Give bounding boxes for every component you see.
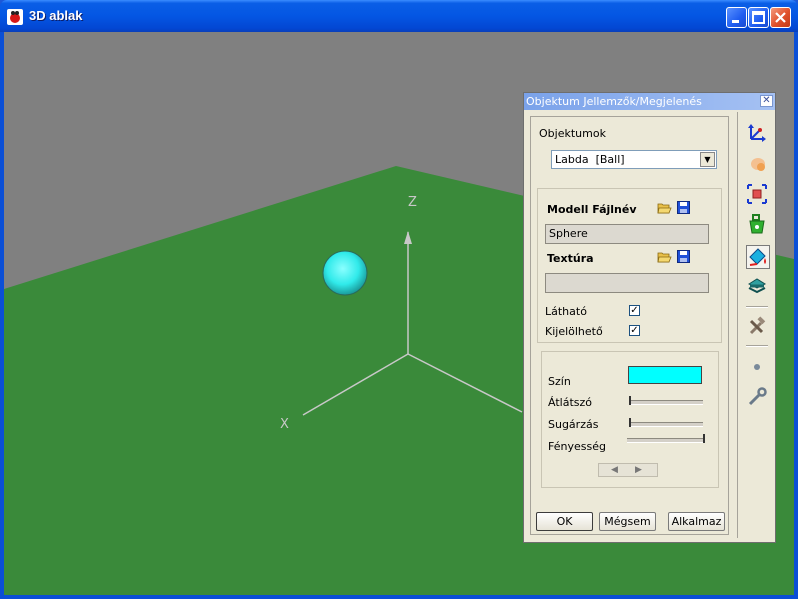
app-icon (7, 9, 23, 25)
object-select[interactable]: Labda [Ball] ▼ (551, 150, 717, 169)
minimize-button[interactable] (726, 7, 747, 28)
transparency-slider[interactable] (629, 400, 703, 405)
axes-icon[interactable] (747, 122, 767, 142)
object-select-value: Labda [Ball] (555, 153, 625, 166)
side-toolbar (737, 112, 774, 538)
dot-icon[interactable] (747, 357, 767, 377)
close-button[interactable] (770, 7, 791, 28)
dialog-title: Objektum Jellemzők/Megjelenés (526, 95, 702, 108)
title-bar[interactable]: 3D ablak (0, 0, 798, 32)
model-filename-field[interactable]: Sphere (545, 224, 709, 244)
brush-icon[interactable] (747, 154, 767, 174)
maximize-icon (752, 11, 765, 24)
apply-button[interactable]: Alkalmaz (668, 512, 725, 531)
save-icon[interactable] (677, 250, 690, 266)
chevron-down-icon[interactable]: ▼ (700, 152, 715, 167)
brightness-slider[interactable] (627, 438, 705, 443)
tools-icon[interactable] (747, 316, 767, 336)
properties-panel: Objektumok Labda [Ball] ▼ Modell Fájlnév… (530, 116, 729, 535)
model-filename-value: Sphere (549, 227, 588, 240)
texture-label: Textúra (547, 252, 594, 265)
texture-field[interactable] (545, 273, 709, 293)
open-folder-icon[interactable] (657, 250, 672, 267)
appearance-group: Szín Átlátszó Sugárzás Fényesség ◀ ▶ (541, 351, 719, 488)
radiance-slider[interactable] (629, 422, 703, 427)
brightness-slider-thumb[interactable] (703, 434, 705, 443)
scroll-right-icon[interactable]: ▶ (635, 465, 642, 475)
visible-checkbox[interactable]: ✓ (629, 305, 640, 316)
transparency-label: Átlátszó (548, 396, 592, 409)
wrench-icon[interactable] (747, 387, 767, 407)
z-axis-label: Z (408, 195, 417, 210)
layers-icon[interactable] (747, 276, 767, 296)
objects-label: Objektumok (539, 127, 606, 140)
properties-dialog: Objektum Jellemzők/Megjelenés ✕ Objektum… (523, 92, 776, 543)
scroll-left-icon[interactable]: ◀ (611, 465, 618, 475)
cancel-button[interactable]: Mégsem (599, 512, 656, 531)
selectable-label: Kijelölhető (545, 325, 603, 338)
model-group: Modell Fájlnév Sphere Textúra Látható ✓ (537, 188, 722, 343)
ball-object[interactable] (322, 250, 368, 296)
dialog-close-button[interactable]: ✕ (760, 95, 773, 107)
visible-label: Látható (545, 305, 587, 318)
transparency-slider-thumb[interactable] (629, 396, 631, 405)
resize-icon[interactable] (747, 184, 767, 204)
close-icon (775, 12, 786, 23)
toolbar-separator (746, 345, 768, 347)
model-filename-label: Modell Fájlnév (547, 203, 637, 216)
radiance-label: Sugárzás (548, 418, 599, 431)
toolbar-separator (746, 306, 768, 308)
selectable-checkbox[interactable]: ✓ (629, 325, 640, 336)
brightness-label: Fényesség (548, 440, 606, 453)
window-title: 3D ablak (29, 8, 83, 23)
dialog-title-bar[interactable]: Objektum Jellemzők/Megjelenés ✕ (524, 93, 775, 110)
weight-icon[interactable] (747, 214, 767, 234)
color-label: Szín (548, 375, 571, 388)
paint-bucket-icon[interactable] (746, 245, 770, 269)
open-folder-icon[interactable] (657, 201, 672, 218)
ok-button[interactable]: OK (536, 512, 593, 531)
minimize-icon (732, 20, 739, 23)
save-icon[interactable] (677, 201, 690, 217)
radiance-slider-thumb[interactable] (629, 418, 631, 427)
x-axis-label: X (280, 417, 289, 432)
color-swatch-button[interactable] (628, 366, 702, 384)
scroll-nav[interactable]: ◀ ▶ (598, 463, 658, 477)
maximize-button[interactable] (748, 7, 769, 28)
